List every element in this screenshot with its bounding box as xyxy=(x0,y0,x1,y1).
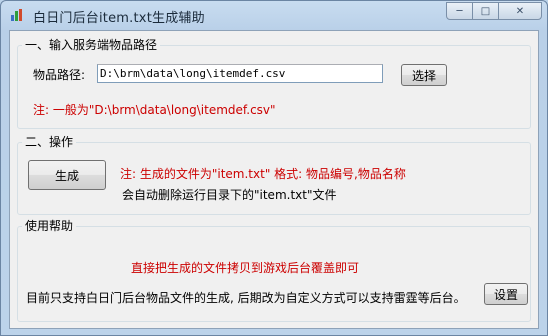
minimize-icon: ─ xyxy=(456,5,463,17)
select-button[interactable]: 选择 xyxy=(401,64,447,86)
generate-note: 注: 生成的文件为"item.txt" 格式: 物品编号,物品名称 xyxy=(120,167,406,181)
generate-button[interactable]: 生成 xyxy=(28,160,106,190)
close-button[interactable]: ✕ xyxy=(498,2,542,20)
path-label: 物品路径: xyxy=(33,68,86,82)
minimize-button[interactable]: ─ xyxy=(446,2,473,20)
help-group-title: 使用帮助 xyxy=(22,217,77,234)
app-window: 白日门后台item.txt生成辅助 ─ □ ✕ 一、输入服务端物品路径 物品路径… xyxy=(0,0,548,336)
path-group-title: 一、输入服务端物品路径 xyxy=(22,36,161,53)
help-text: 目前只支持白日门后台物品文件的生成, 后期改为自定义方式可以支持雷霆等后台。 xyxy=(26,291,466,305)
path-input[interactable] xyxy=(97,64,383,83)
window-title: 白日门后台item.txt生成辅助 xyxy=(33,11,205,26)
generate-note-2: 会自动删除运行目录下的"item.txt"文件 xyxy=(122,188,337,202)
client-area: 一、输入服务端物品路径 物品路径: 选择 注: 一般为"D:\brm\data\… xyxy=(9,30,539,329)
operation-groupbox: 二、操作 生成 注: 生成的文件为"item.txt" 格式: 物品编号,物品名… xyxy=(17,133,531,215)
operation-group-title: 二、操作 xyxy=(22,133,77,150)
maximize-button[interactable]: □ xyxy=(472,2,499,20)
maximize-icon: □ xyxy=(480,5,491,17)
path-groupbox: 一、输入服务端物品路径 物品路径: 选择 注: 一般为"D:\brm\data\… xyxy=(17,36,531,129)
close-icon: ✕ xyxy=(515,5,525,17)
settings-button[interactable]: 设置 xyxy=(484,283,528,305)
path-note: 注: 一般为"D:\brm\data\long\itemdef.csv" xyxy=(33,103,276,117)
help-red-text: 直接把生成的文件拷贝到游戏后台覆盖即可 xyxy=(131,261,360,275)
app-icon xyxy=(11,9,25,21)
help-groupbox: 使用帮助 直接把生成的文件拷贝到游戏后台覆盖即可 目前只支持白日门后台物品文件的… xyxy=(17,217,531,322)
title-bar[interactable]: 白日门后台item.txt生成辅助 ─ □ ✕ xyxy=(1,1,547,29)
